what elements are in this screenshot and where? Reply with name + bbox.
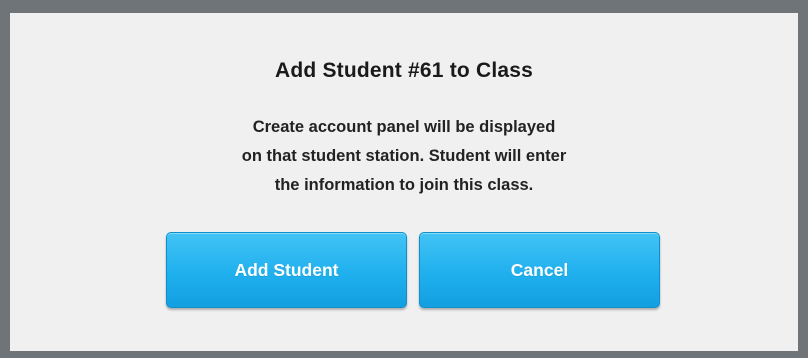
dialog-message: Create account panel will be displayed o… <box>10 113 798 200</box>
modal-backdrop: Add Student #61 to Class Create account … <box>0 0 808 358</box>
add-student-dialog: Add Student #61 to Class Create account … <box>10 13 798 351</box>
dialog-message-line: the information to join this class. <box>274 176 534 194</box>
dialog-title: Add Student #61 to Class <box>274 59 533 82</box>
dialog-message-line: Create account panel will be displayed <box>252 118 556 136</box>
dialog-message-line: on that student station. Student will en… <box>241 147 567 165</box>
add-student-button[interactable]: Add Student <box>166 232 407 308</box>
cancel-button[interactable]: Cancel <box>419 232 660 308</box>
